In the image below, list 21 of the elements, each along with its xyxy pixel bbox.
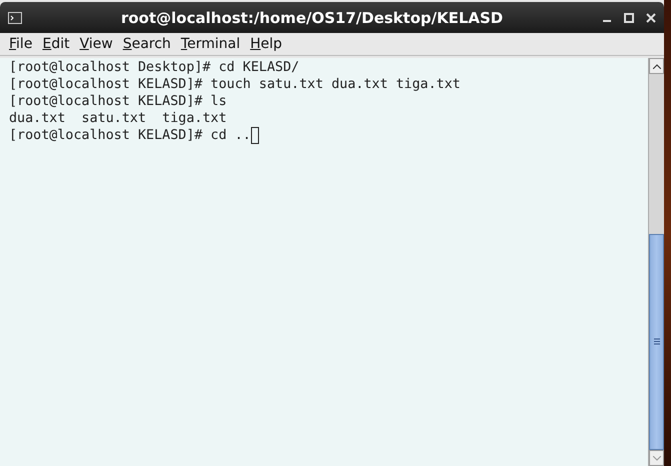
terminal-line: [root@localhost KELASD]# cd .. (9, 128, 251, 143)
menu-item[interactable]: Search (118, 36, 176, 52)
menu-item[interactable]: Edit (37, 36, 75, 52)
caret-up-icon (652, 64, 660, 68)
menu-item[interactable]: File (4, 36, 38, 52)
window-title: root@localhost:/home/OS17/Desktop/KELASD (120, 8, 504, 26)
grip-icon (654, 338, 660, 346)
terminal-line: dua.txt satu.txt tiga.txt (9, 110, 228, 127)
terminal-line: [root@localhost Desktop]# cd KELASD/ (9, 59, 300, 76)
terminal-line: [root@localhost KELASD]# ls (9, 93, 228, 110)
scroll-up-button[interactable] (649, 58, 664, 74)
close-icon[interactable] (646, 12, 656, 22)
terminal-line: [root@localhost KELASD]# touch satu.txt dua.txt tiga.txt (9, 76, 462, 93)
menu-item[interactable]: Help (245, 36, 288, 52)
caret-down-icon (652, 456, 660, 460)
maximize-icon[interactable] (624, 12, 634, 22)
text-cursor (250, 127, 259, 144)
terminal-icon (8, 12, 22, 24)
menu-item[interactable]: View (74, 36, 118, 52)
menu-item[interactable]: Terminal (176, 36, 246, 52)
scrollbar-thumb[interactable] (649, 234, 664, 450)
